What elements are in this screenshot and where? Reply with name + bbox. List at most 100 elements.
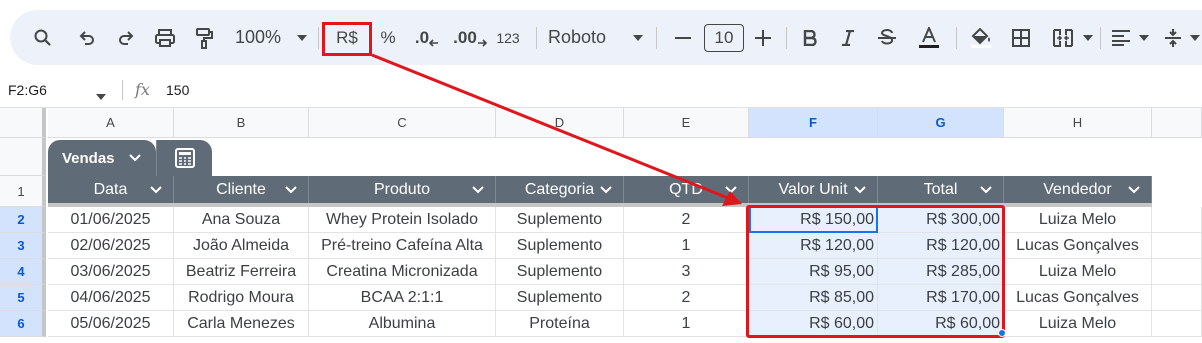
table-name-chip[interactable]: Vendas: [48, 140, 156, 176]
table-cell[interactable]: 3: [624, 259, 749, 285]
fill-handle[interactable]: [998, 329, 1006, 337]
table-cell[interactable]: Luiza Melo: [1004, 207, 1152, 233]
column-header-g[interactable]: G: [878, 108, 1004, 138]
font-size-value: 10: [704, 23, 744, 52]
table-cell[interactable]: Suplemento: [496, 259, 624, 285]
table-cell[interactable]: 2: [624, 285, 749, 311]
column-header-a[interactable]: A: [48, 108, 174, 138]
table-cell[interactable]: Albumina: [309, 311, 496, 337]
search-icon[interactable]: [30, 10, 56, 65]
vertical-align-icon[interactable]: [1160, 10, 1186, 65]
table-cell[interactable]: Rodrigo Moura: [174, 285, 309, 311]
print-icon[interactable]: [151, 10, 179, 65]
table-header-produto[interactable]: Produto: [309, 176, 496, 203]
column-header-f[interactable]: F: [749, 108, 878, 138]
row-header-6[interactable]: 6: [0, 311, 46, 337]
table-cell[interactable]: Beatriz Ferreira: [174, 259, 309, 285]
increase-decimal-label: .00: [453, 27, 477, 47]
table-cell[interactable]: 05/06/2025: [48, 311, 174, 337]
table-cell[interactable]: Pré-treino Cafeína Alta: [309, 233, 496, 259]
table-cell[interactable]: BCAA 2:1:1: [309, 285, 496, 311]
table-header-qtd[interactable]: QTD: [624, 176, 749, 203]
table-header-total[interactable]: Total: [878, 176, 1004, 203]
table-header-categoria[interactable]: Categoria: [496, 176, 624, 203]
row-header-1[interactable]: 1: [0, 176, 46, 207]
column-header-e[interactable]: E: [624, 108, 749, 138]
table-cell[interactable]: 04/06/2025: [48, 285, 174, 311]
empty-cell[interactable]: [1152, 285, 1202, 311]
table-cell[interactable]: Luiza Melo: [1004, 311, 1152, 337]
table-header-label: Categoria: [524, 180, 595, 198]
empty-cell[interactable]: [1152, 311, 1202, 337]
empty-cell[interactable]: [1152, 259, 1202, 285]
table-cell[interactable]: Ana Souza: [174, 207, 309, 233]
table-cell[interactable]: Whey Protein Isolado: [309, 207, 496, 233]
strikethrough-icon[interactable]: [874, 10, 900, 65]
decrease-decimal-button[interactable]: .0: [410, 10, 444, 65]
font-dropdown-icon[interactable]: [630, 10, 646, 65]
valign-dropdown-icon[interactable]: [1188, 10, 1202, 65]
name-box[interactable]: F2:G6: [8, 72, 47, 108]
table-cell[interactable]: Suplemento: [496, 233, 624, 259]
filter-chevron-icon: [150, 186, 162, 194]
name-box-dropdown-icon[interactable]: [96, 87, 106, 105]
zoom-dropdown-icon[interactable]: [294, 10, 310, 65]
select-all-corner[interactable]: [0, 108, 46, 138]
filter-chevron-icon: [1128, 186, 1140, 194]
font-size-field[interactable]: 10: [704, 10, 744, 65]
merge-cells-icon[interactable]: [1048, 10, 1078, 65]
more-formats-button[interactable]: 123: [492, 10, 524, 65]
align-dropdown-icon[interactable]: [1136, 10, 1152, 65]
zoom-value[interactable]: 100%: [232, 10, 284, 65]
percent-format-button[interactable]: %: [375, 10, 401, 65]
row-header-2[interactable]: 2: [0, 207, 46, 233]
formula-input[interactable]: 150: [166, 72, 189, 108]
table-calculator-icon[interactable]: [156, 140, 212, 176]
table-header-vendedor[interactable]: Vendedor: [1004, 176, 1152, 203]
column-header-d[interactable]: D: [496, 108, 624, 138]
table-cell[interactable]: Suplemento: [496, 285, 624, 311]
table-cell[interactable]: 03/06/2025: [48, 259, 174, 285]
table-cell[interactable]: Creatina Micronizada: [309, 259, 496, 285]
text-color-icon[interactable]: [914, 10, 944, 65]
table-cell[interactable]: 1: [624, 311, 749, 337]
empty-cell[interactable]: [1152, 207, 1202, 233]
fill-color-icon[interactable]: [966, 10, 996, 65]
bold-icon[interactable]: [798, 10, 822, 65]
column-header-c[interactable]: C: [309, 108, 496, 138]
table-cell[interactable]: 2: [624, 207, 749, 233]
row-header-3[interactable]: 3: [0, 233, 46, 259]
table-header-data[interactable]: Data: [48, 176, 174, 203]
increase-font-size-button[interactable]: [752, 10, 774, 65]
table-cell[interactable]: 02/06/2025: [48, 233, 174, 259]
table-cell[interactable]: 1: [624, 233, 749, 259]
decrease-font-size-button[interactable]: [672, 10, 694, 65]
table-cell[interactable]: Proteína: [496, 311, 624, 337]
table-header-cliente[interactable]: Cliente: [174, 176, 309, 203]
filter-chevron-icon: [285, 186, 297, 194]
italic-icon[interactable]: [836, 10, 860, 65]
column-header-h[interactable]: H: [1004, 108, 1152, 138]
borders-icon[interactable]: [1008, 10, 1034, 65]
paint-format-icon[interactable]: [191, 10, 217, 65]
table-cell[interactable]: Suplemento: [496, 207, 624, 233]
increase-decimal-button[interactable]: .00: [452, 10, 488, 65]
row-header-5[interactable]: 5: [0, 285, 46, 311]
empty-cell[interactable]: [1152, 233, 1202, 259]
table-cell[interactable]: Lucas Gonçalves: [1004, 233, 1152, 259]
merge-dropdown-icon[interactable]: [1080, 10, 1096, 65]
table-cell[interactable]: Carla Menezes: [174, 311, 309, 337]
table-cell[interactable]: Lucas Gonçalves: [1004, 285, 1152, 311]
table-cell[interactable]: 01/06/2025: [48, 207, 174, 233]
font-family-select[interactable]: Roboto: [548, 10, 628, 65]
undo-icon[interactable]: [74, 10, 100, 65]
horizontal-align-icon[interactable]: [1108, 10, 1134, 65]
table-header-valor-unit[interactable]: Valor Unit: [749, 176, 878, 203]
table-cell[interactable]: Luiza Melo: [1004, 259, 1152, 285]
column-header-b[interactable]: B: [174, 108, 309, 138]
row-header-4[interactable]: 4: [0, 259, 46, 285]
table-cell[interactable]: João Almeida: [174, 233, 309, 259]
chevron-down-icon: [128, 154, 141, 162]
toolbar: 100% R$ % .0 .00 123 Roboto 10: [10, 10, 1202, 65]
redo-icon[interactable]: [113, 10, 139, 65]
